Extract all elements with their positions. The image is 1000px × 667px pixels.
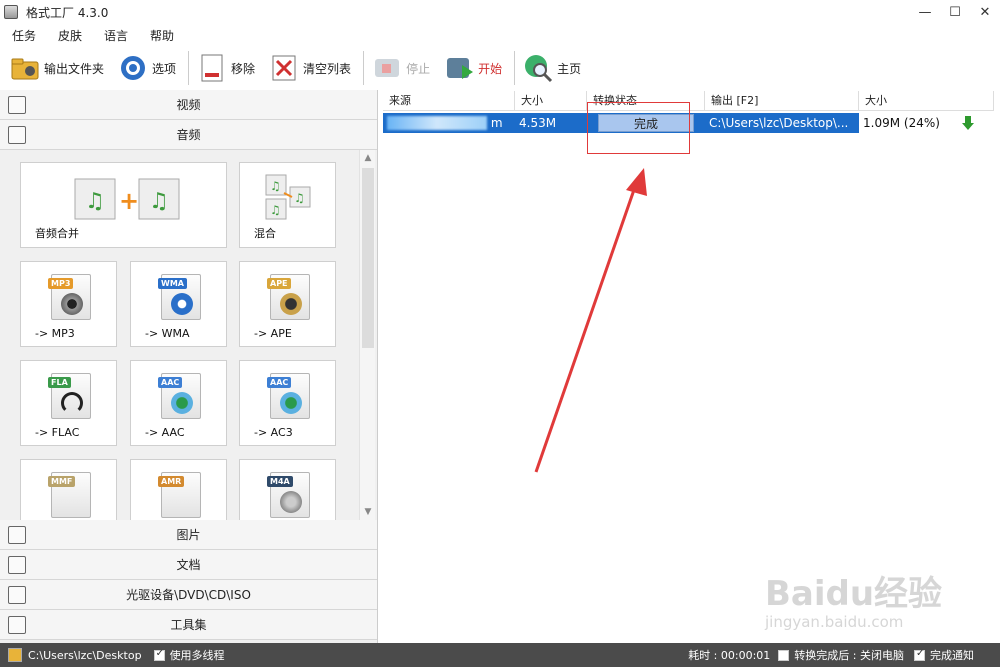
elapsed-time: 耗时 : 00:00:01 (688, 649, 771, 662)
notify-label: 完成通知 (930, 649, 974, 662)
status-bar: C:\Users\lzc\Desktop 使用多线程 耗时 : 00:00:01… (0, 643, 1000, 667)
multithread-label: 使用多线程 (169, 649, 225, 662)
after-convert-label: 转换完成后 : 关闭电脑 (794, 649, 904, 662)
folder-icon[interactable] (8, 648, 22, 662)
multithread-checkbox[interactable] (153, 648, 165, 661)
after-convert-checkbox[interactable] (778, 649, 790, 661)
output-path: C:\Users\lzc\Desktop (28, 648, 142, 662)
baidu-watermark: Baidu经验 jingyan.baidu.com (765, 574, 943, 631)
notify-checkbox[interactable] (914, 648, 925, 661)
